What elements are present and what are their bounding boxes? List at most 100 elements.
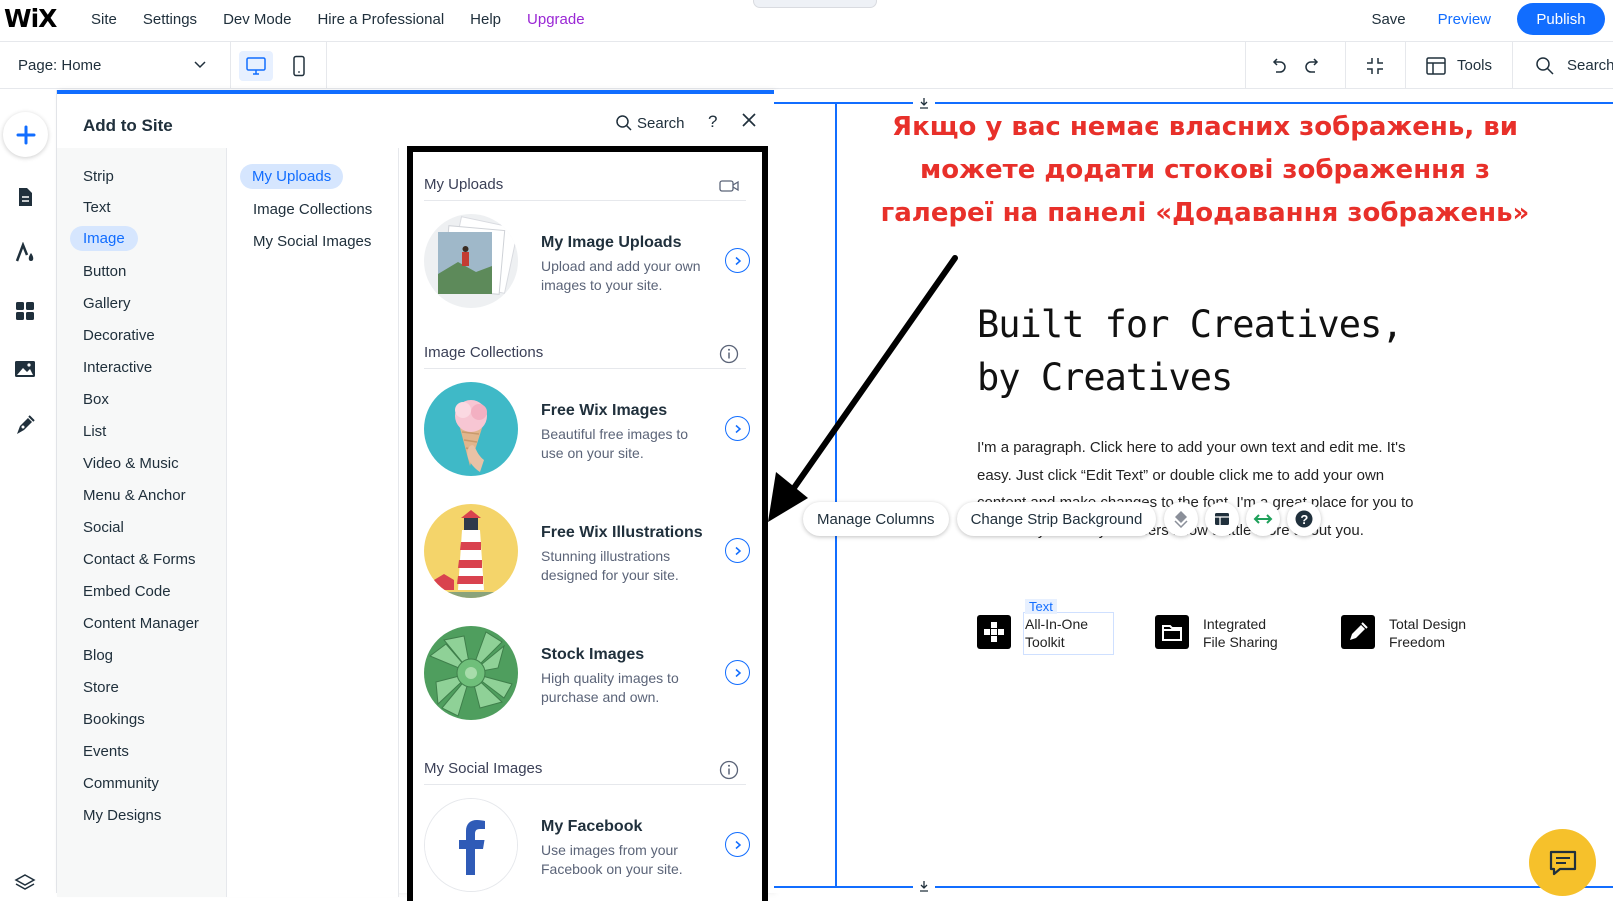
card-description: Beautiful free images to use on your sit… — [541, 426, 689, 461]
annotation-arrow — [768, 255, 958, 522]
chat-icon — [1549, 850, 1576, 875]
annotation-text: Якщо у вас немає власних зображень, ви м… — [880, 112, 1530, 228]
strip-help-button[interactable]: ? — [1287, 502, 1322, 536]
menu-hire-professional[interactable]: Hire a Professional — [317, 11, 444, 28]
add-elements-button[interactable] — [3, 112, 48, 157]
info-icon[interactable] — [719, 344, 739, 364]
card-free-wix-images[interactable]: Free Wix Images Beautiful free images to… — [424, 382, 750, 478]
editor-search-button[interactable]: Search — [1535, 42, 1613, 89]
menu-site[interactable]: Site — [91, 11, 117, 28]
layers-icon[interactable] — [14, 872, 36, 894]
illustrations-thumbnail — [424, 504, 518, 598]
strip-top-border — [774, 102, 1613, 104]
add-to-site-panel: Add to Site Search ? Strip Text Image Bu… — [57, 90, 774, 901]
category-bookings[interactable]: Bookings — [83, 711, 145, 728]
desktop-view-button[interactable] — [239, 51, 273, 81]
subcategory-my-social-images[interactable]: My Social Images — [253, 233, 371, 250]
menu-upgrade[interactable]: Upgrade — [527, 11, 585, 28]
media-icon[interactable] — [14, 358, 36, 380]
feature-line: Integrated — [1203, 616, 1267, 632]
category-my-designs[interactable]: My Designs — [83, 807, 161, 824]
preview-button[interactable]: Preview — [1438, 11, 1491, 28]
category-menu-anchor[interactable]: Menu & Anchor — [83, 487, 186, 504]
zoom-notch[interactable] — [753, 0, 877, 8]
section-title-social: My Social Images — [424, 760, 543, 777]
apps-icon[interactable] — [14, 300, 36, 322]
zoom-out-icon[interactable] — [1364, 55, 1386, 77]
category-box[interactable]: Box — [83, 391, 109, 408]
panel-help-button[interactable]: ? — [708, 112, 717, 132]
category-embed-code[interactable]: Embed Code — [83, 583, 171, 600]
card-open-button[interactable] — [725, 416, 750, 441]
pen-icon[interactable] — [14, 414, 36, 436]
layout-button[interactable] — [1205, 502, 1240, 536]
publish-button[interactable]: Publish — [1517, 3, 1605, 35]
mobile-view-button[interactable] — [282, 51, 316, 81]
redo-icon[interactable] — [1303, 56, 1323, 76]
category-strip[interactable]: Strip — [83, 168, 114, 185]
category-store[interactable]: Store — [83, 679, 119, 696]
card-my-facebook[interactable]: My Facebook Use images from your Faceboo… — [424, 798, 750, 894]
pages-icon[interactable] — [14, 186, 36, 208]
card-stock-images[interactable]: Stock Images High quality images to purc… — [424, 626, 750, 722]
menu-help[interactable]: Help — [470, 11, 501, 28]
category-list-item[interactable]: List — [83, 423, 106, 440]
subcategory-image-collections[interactable]: Image Collections — [253, 201, 372, 218]
video-camera-icon[interactable] — [719, 178, 739, 194]
card-open-button[interactable] — [725, 832, 750, 857]
category-community[interactable]: Community — [83, 775, 159, 792]
theme-icon[interactable] — [14, 242, 36, 264]
panel-search-button[interactable]: Search — [615, 110, 685, 136]
menu-dev-mode[interactable]: Dev Mode — [223, 11, 291, 28]
category-contact-forms[interactable]: Contact & Forms — [83, 551, 196, 568]
chevron-down-icon — [194, 61, 206, 69]
card-open-button[interactable] — [725, 248, 750, 273]
category-button[interactable]: Button — [83, 263, 126, 280]
feature-toolkit[interactable]: All-In-One Toolkit — [977, 615, 1088, 651]
search-icon — [1536, 56, 1554, 75]
feature-design-freedom[interactable]: Total Design Freedom — [1341, 615, 1466, 651]
wix-logo[interactable]: WiX — [4, 4, 57, 33]
feature-line: All-In-One — [1025, 616, 1089, 632]
tools-button[interactable]: Tools — [1425, 42, 1492, 89]
feature-line: File Sharing — [1203, 634, 1278, 650]
category-content-manager[interactable]: Content Manager — [83, 615, 199, 632]
category-interactive[interactable]: Interactive — [83, 359, 152, 376]
category-text[interactable]: Text — [83, 199, 111, 216]
menu-settings[interactable]: Settings — [143, 11, 197, 28]
subcategory-list: My Uploads Image Collections My Social I… — [227, 148, 399, 897]
card-free-wix-illustrations[interactable]: Free Wix Illustrations Stunning illustra… — [424, 504, 750, 600]
tools-icon — [1426, 56, 1446, 75]
category-decorative[interactable]: Decorative — [83, 327, 155, 344]
chat-button[interactable] — [1529, 829, 1596, 896]
subcategory-my-uploads[interactable]: My Uploads — [240, 164, 344, 189]
chevron-right-icon — [735, 546, 741, 555]
chevron-right-icon — [735, 256, 741, 265]
category-image[interactable]: Image — [70, 226, 138, 251]
animation-button[interactable] — [1164, 502, 1199, 536]
chevron-right-icon — [735, 668, 741, 677]
page-selector[interactable]: Page: Home — [0, 42, 231, 89]
panel-title: Add to Site — [83, 116, 173, 135]
close-icon[interactable] — [741, 112, 757, 128]
card-my-image-uploads[interactable]: My Image Uploads Upload and add your own… — [424, 214, 750, 310]
info-icon[interactable] — [719, 760, 739, 780]
stretch-button[interactable] — [1246, 502, 1281, 536]
undo-icon[interactable] — [1268, 56, 1288, 76]
category-video-music[interactable]: Video & Music — [83, 455, 179, 472]
card-open-button[interactable] — [725, 538, 750, 563]
category-blog[interactable]: Blog — [83, 647, 113, 664]
download-arrow-icon — [920, 881, 928, 892]
strip-handle-bottom[interactable] — [913, 879, 935, 893]
feature-file-sharing[interactable]: Integrated File Sharing — [1155, 615, 1278, 651]
tools-label: Tools — [1457, 57, 1493, 74]
site-headline[interactable]: Built for Creatives, by Creatives — [977, 298, 1404, 404]
category-events[interactable]: Events — [83, 743, 129, 760]
category-social[interactable]: Social — [83, 519, 124, 536]
change-strip-background-button[interactable]: Change Strip Background — [956, 502, 1157, 536]
category-gallery[interactable]: Gallery — [83, 295, 131, 312]
card-open-button[interactable] — [725, 660, 750, 685]
feature-line: Toolkit — [1025, 634, 1065, 650]
strip-help-label: ? — [1300, 511, 1309, 527]
save-button[interactable]: Save — [1371, 11, 1405, 28]
